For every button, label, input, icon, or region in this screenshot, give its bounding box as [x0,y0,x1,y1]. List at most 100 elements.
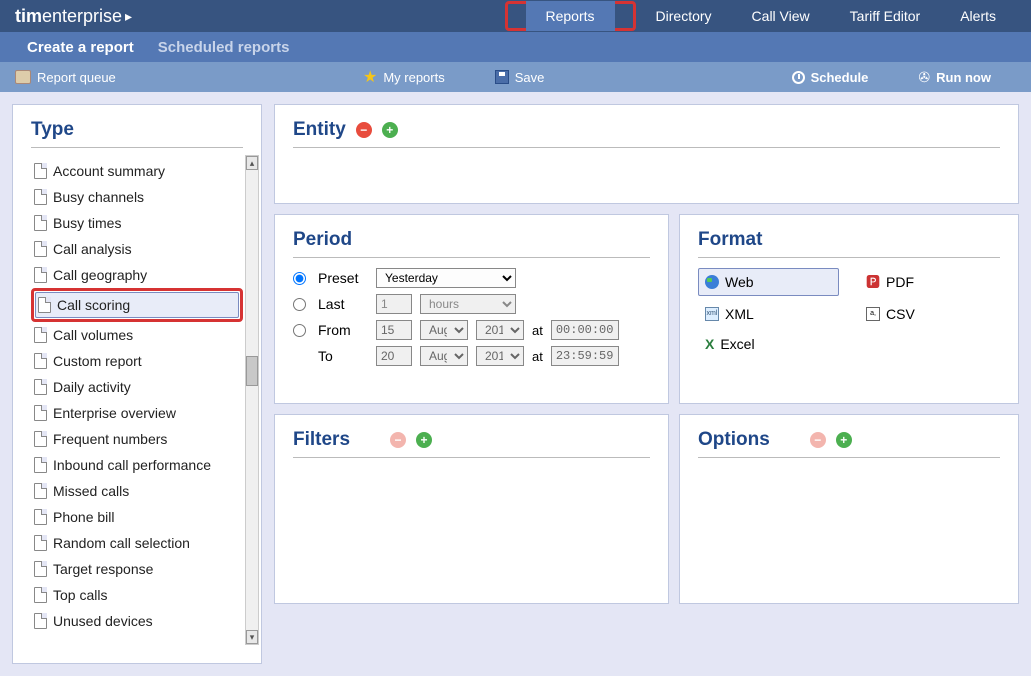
period-from-label: From [318,322,368,338]
period-last-radio[interactable] [293,298,306,311]
type-item-label: Account summary [53,163,165,179]
my-reports-button[interactable]: ★ My reports [363,67,445,87]
nav-directory[interactable]: Directory [636,1,732,31]
type-item[interactable]: Phone bill [31,504,243,530]
type-item-label: Call analysis [53,241,132,257]
format-pdf[interactable]: 🅿 PDF [859,268,1000,296]
format-pdf-label: PDF [886,274,914,290]
to-day[interactable] [376,346,412,366]
scroll-down-icon[interactable]: ▾ [246,630,258,644]
period-last-count[interactable] [376,294,412,314]
type-item[interactable]: Busy times [31,210,243,236]
app-logo: timenterprise▸ [15,6,132,27]
format-excel[interactable]: X Excel [698,332,839,356]
type-item[interactable]: Busy channels [31,184,243,210]
filters-panel: Filters − + [274,414,669,604]
save-button[interactable]: Save [495,70,545,85]
type-item[interactable]: Call scoring [35,292,239,318]
from-at-label: at [532,323,543,338]
type-item-label: Missed calls [53,483,129,499]
type-item-label: Target response [53,561,153,577]
type-item-label: Top calls [53,587,107,603]
options-title-row: Options − + [698,429,1000,451]
type-item[interactable]: Account summary [31,158,243,184]
type-divider [31,147,243,148]
type-item[interactable]: Missed calls [31,478,243,504]
type-scrollbar[interactable]: ▴ ▾ [245,155,259,645]
document-icon [34,215,47,231]
document-icon [34,587,47,603]
period-last-label: Last [318,296,368,312]
nav-reports[interactable]: Reports [526,1,615,31]
filters-divider [293,457,650,458]
period-from-radio[interactable] [293,324,306,337]
format-web-label: Web [725,274,754,290]
top-bar: timenterprise▸ Reports Directory Call Vi… [0,0,1031,32]
to-year[interactable]: 2013 [476,346,524,366]
type-item[interactable]: Unused devices [31,608,243,634]
type-list[interactable]: Account summary Busy channelsBusy times Ca… [31,158,243,638]
to-time[interactable] [551,346,619,366]
type-item-label: Daily activity [53,379,131,395]
from-day[interactable] [376,320,412,340]
document-icon [34,267,47,283]
filters-remove-button[interactable]: − [390,432,406,448]
tab-scheduled-reports[interactable]: Scheduled reports [146,33,302,62]
period-last-unit[interactable]: hours [420,294,516,314]
from-year[interactable]: 2012 [476,320,524,340]
document-icon [34,431,47,447]
document-icon [34,509,47,525]
nav-call-view[interactable]: Call View [732,1,830,31]
filters-title: Filters [293,429,350,451]
format-divider [698,257,1000,258]
format-panel: Format Web 🅿 PDF xml XML [679,214,1019,404]
filters-title-row: Filters − + [293,429,650,451]
options-add-button[interactable]: + [836,432,852,448]
type-item[interactable]: Call analysis [31,236,243,262]
to-month[interactable]: Aug [420,346,468,366]
logo-bold: tim [15,6,42,27]
type-item[interactable]: Random call selection [31,530,243,556]
type-item[interactable]: Daily activity [31,374,243,400]
format-title: Format [698,229,1000,251]
nav-alerts[interactable]: Alerts [940,1,1016,31]
run-now-button[interactable]: ✇ Run now [918,69,991,86]
type-item[interactable]: Frequent numbers [31,426,243,452]
period-title: Period [293,229,650,251]
document-icon [34,353,47,369]
from-time[interactable] [551,320,619,340]
type-panel: Type Account summaryBusy channelsBusy ti… [12,104,262,664]
type-item[interactable]: Call volumes [31,322,243,348]
type-item[interactable]: Inbound call performance [31,452,243,478]
main-nav: Reports Directory Call View Tariff Edito… [505,1,1017,31]
type-item[interactable]: Enterprise overview [31,400,243,426]
nav-tariff-editor[interactable]: Tariff Editor [830,1,941,31]
entity-add-button[interactable]: + [382,122,398,138]
run-now-label: Run now [936,70,991,85]
queue-icon [15,70,31,84]
save-label: Save [515,70,545,85]
type-item-label: Enterprise overview [53,405,176,421]
schedule-button[interactable]: Schedule [792,69,869,86]
entity-remove-button[interactable]: − [356,122,372,138]
filters-add-button[interactable]: + [416,432,432,448]
document-icon [34,457,47,473]
format-xml[interactable]: xml XML [698,302,839,326]
report-queue-button[interactable]: Report queue [15,70,116,85]
tab-create-report[interactable]: Create a report [15,33,146,62]
excel-icon: X [705,336,714,352]
options-remove-button[interactable]: − [810,432,826,448]
format-web[interactable]: Web [698,268,839,296]
star-icon: ★ [363,67,377,87]
content-area: Type Account summaryBusy channelsBusy ti… [0,92,1031,676]
from-month[interactable]: Aug [420,320,468,340]
type-item[interactable]: Custom report [31,348,243,374]
scroll-thumb[interactable] [246,356,258,386]
type-item[interactable]: Top calls [31,582,243,608]
period-preset-radio[interactable] [293,272,306,285]
format-csv[interactable]: a, CSV [859,302,1000,326]
type-item[interactable]: Call geography [31,262,243,288]
type-item[interactable]: Target response [31,556,243,582]
period-preset-select[interactable]: Yesterday [376,268,516,288]
scroll-up-icon[interactable]: ▴ [246,156,258,170]
